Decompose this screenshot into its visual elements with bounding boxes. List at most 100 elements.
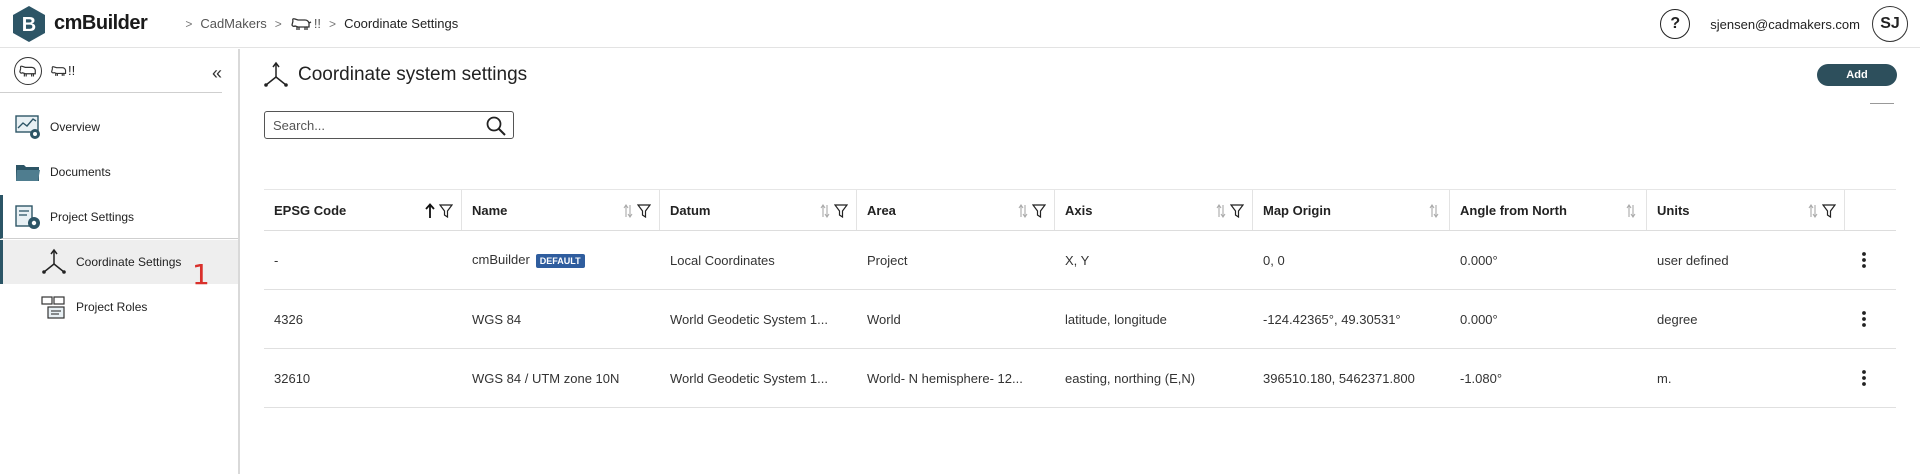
sort-icon[interactable] <box>1624 203 1638 219</box>
avatar[interactable]: SJ <box>1872 6 1908 42</box>
cow-icon <box>291 17 312 30</box>
brand[interactable]: B cmBuilder <box>12 5 148 43</box>
cell-area: World <box>867 311 901 327</box>
cell-angle: 0.000° <box>1460 252 1498 268</box>
table-row[interactable]: 4326 WGS 84 World Geodetic System 1... W… <box>264 290 1896 349</box>
cell-area: Project <box>867 252 908 268</box>
search-icon[interactable] <box>485 115 507 137</box>
cell-map-origin: -124.42365°, 49.30531° <box>1263 311 1401 327</box>
cell-area: World- N hemisphere- 12... <box>867 370 1023 386</box>
column-header-area[interactable]: Area <box>857 190 1055 230</box>
search-input[interactable] <box>273 117 473 133</box>
column-label: Name <box>472 202 508 218</box>
cell-datum: World Geodetic System 1... <box>670 370 828 386</box>
divider <box>1870 103 1894 104</box>
cell-datum: World Geodetic System 1... <box>670 311 828 327</box>
coordinate-systems-table: EPSG Code Name Datum Area Axis Map Origi… <box>264 189 1896 408</box>
column-label: Datum <box>670 202 711 218</box>
cell-epsg: - <box>274 252 279 268</box>
svg-text:B: B <box>22 14 36 36</box>
more-options-icon[interactable] <box>1857 309 1871 329</box>
sidebar-item-project-roles[interactable]: Project Roles <box>0 285 238 329</box>
cell-axis: easting, northing (E,N) <box>1065 370 1196 386</box>
cell-name-text: cmBuilder <box>472 252 530 268</box>
sidebar-project-header[interactable]: !! <box>0 49 222 93</box>
column-label: Angle from North <box>1460 202 1567 218</box>
cell-angle: 0.000° <box>1460 311 1498 327</box>
cell-name: cmBuilder DEFAULT <box>462 252 660 268</box>
add-button[interactable]: Add <box>1817 64 1897 86</box>
sidebar-item-label: Documents <box>50 165 111 179</box>
column-label: Map Origin <box>1263 202 1331 218</box>
filter-icon[interactable] <box>834 204 848 218</box>
cow-icon <box>51 65 67 76</box>
column-label: Axis <box>1065 202 1093 218</box>
project-avatar <box>14 56 42 85</box>
column-label: Units <box>1657 202 1690 218</box>
chevron-right-icon: > <box>274 16 282 31</box>
column-header-angle[interactable]: Angle from North <box>1450 190 1647 230</box>
sort-icon[interactable] <box>1214 203 1228 219</box>
filter-icon[interactable] <box>1822 204 1836 218</box>
column-header-units[interactable]: Units <box>1647 190 1845 230</box>
column-header-axis[interactable]: Axis <box>1055 190 1253 230</box>
sidebar-item-label: Project Settings <box>50 209 135 224</box>
sidebar-item-documents[interactable]: Documents <box>0 150 238 194</box>
more-options-icon[interactable] <box>1857 250 1871 270</box>
collapse-sidebar-icon[interactable]: « <box>212 63 222 84</box>
default-badge: DEFAULT <box>535 253 585 268</box>
column-header-epsg[interactable]: EPSG Code <box>264 190 462 230</box>
cell-map-origin: 0, 0 <box>1263 252 1285 268</box>
chevron-right-icon: > <box>329 16 337 31</box>
user-area: ? sjensen@cadmakers.com SJ <box>1660 6 1908 42</box>
app-name: cmBuilder <box>54 12 148 34</box>
table-row[interactable]: - cmBuilder DEFAULT Local Coordinates Pro… <box>264 231 1896 290</box>
filter-icon[interactable] <box>439 204 453 218</box>
breadcrumb-org[interactable]: CadMakers <box>200 16 266 31</box>
filter-icon[interactable] <box>1032 204 1046 218</box>
column-label: EPSG Code <box>274 202 347 218</box>
project-settings-icon <box>15 204 40 229</box>
breadcrumb-project[interactable]: !! <box>314 16 321 31</box>
cell-axis: X, Y <box>1065 252 1090 268</box>
column-header-name[interactable]: Name <box>462 190 660 230</box>
cell-units: user defined <box>1657 252 1729 268</box>
sort-icon[interactable] <box>1806 203 1820 219</box>
top-bar: B cmBuilder > CadMakers > !! > Coordinat… <box>0 0 1920 48</box>
cell-angle: -1.080° <box>1460 370 1503 386</box>
cell-name: WGS 84 <box>472 311 522 327</box>
table-row[interactable]: 32610 WGS 84 / UTM zone 10N World Geodet… <box>264 349 1896 408</box>
search-box[interactable] <box>264 111 514 139</box>
cell-datum: Local Coordinates <box>670 252 775 268</box>
breadcrumb-current: Coordinate Settings <box>344 16 459 31</box>
chevron-right-icon: > <box>185 16 193 31</box>
filter-icon[interactable] <box>637 204 651 218</box>
overview-icon <box>15 115 40 139</box>
folder-icon <box>16 165 40 181</box>
sort-icon[interactable] <box>621 203 635 219</box>
roles-icon <box>41 296 65 319</box>
sidebar-item-project-settings[interactable]: Project Settings <box>0 195 238 239</box>
table-header-row: EPSG Code Name Datum Area Axis Map Origi… <box>264 189 1896 231</box>
cow-icon <box>19 65 36 76</box>
breadcrumb: > CadMakers > !! > Coordinate Settings <box>177 16 458 32</box>
cell-axis: latitude, longitude <box>1065 311 1167 327</box>
sort-icon[interactable] <box>1016 203 1030 219</box>
sidebar-item-label: Overview <box>50 120 101 134</box>
coordinate-axes-icon <box>42 248 66 274</box>
user-email[interactable]: sjensen@cadmakers.com <box>1710 17 1860 32</box>
column-header-map-origin[interactable]: Map Origin <box>1253 190 1450 230</box>
page-header: Coordinate system settings <box>262 61 527 89</box>
sort-ascending-icon[interactable] <box>423 203 437 219</box>
cell-map-origin: 396510.180, 5462371.800 <box>1263 370 1415 386</box>
cell-epsg: 4326 <box>274 311 303 327</box>
sort-icon[interactable] <box>1427 203 1441 219</box>
sort-icon[interactable] <box>818 203 832 219</box>
sidebar-item-overview[interactable]: Overview <box>0 105 238 149</box>
column-header-datum[interactable]: Datum <box>660 190 857 230</box>
help-icon[interactable]: ? <box>1660 9 1691 39</box>
coordinate-axes-icon <box>264 61 288 87</box>
filter-icon[interactable] <box>1230 204 1244 218</box>
column-label: Area <box>867 202 896 218</box>
more-options-icon[interactable] <box>1857 368 1871 388</box>
